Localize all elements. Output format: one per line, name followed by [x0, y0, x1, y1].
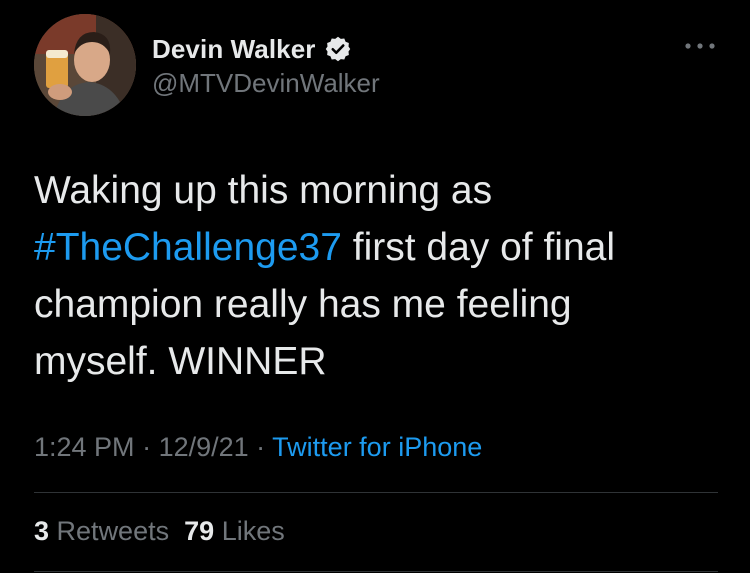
- likes-label: Likes: [221, 516, 285, 546]
- tweet-text-part1: Waking up this morning as: [34, 169, 493, 212]
- avatar-image: [34, 14, 136, 116]
- meta-separator: ·: [134, 432, 159, 462]
- tweet-stats: 3 Retweets 79 Likes: [34, 516, 285, 547]
- divider: [34, 571, 718, 572]
- tweet-meta: 1:24 PM · 12/9/21 · Twitter for iPhone: [34, 432, 482, 463]
- more-options-icon[interactable]: [682, 36, 718, 56]
- tweet-text: Waking up this morning as #TheChallenge3…: [34, 162, 714, 390]
- hashtag-link[interactable]: #TheChallenge37: [34, 226, 342, 269]
- tweet-date[interactable]: 12/9/21: [159, 432, 249, 462]
- retweets-link[interactable]: 3 Retweets: [34, 516, 169, 546]
- likes-link[interactable]: 79 Likes: [184, 516, 285, 546]
- avatar[interactable]: [34, 14, 136, 116]
- divider: [34, 492, 718, 493]
- retweets-label: Retweets: [56, 516, 170, 546]
- author-display-name[interactable]: Devin Walker: [152, 34, 316, 65]
- meta-separator: ·: [248, 432, 273, 462]
- tweet-source-link[interactable]: Twitter for iPhone: [272, 432, 482, 462]
- author-handle[interactable]: @MTVDevinWalker: [152, 68, 380, 99]
- author-name-row[interactable]: Devin Walker: [152, 32, 352, 66]
- verified-badge-icon: [324, 35, 352, 63]
- tweet-time[interactable]: 1:24 PM: [34, 432, 135, 462]
- retweets-count: 3: [34, 516, 50, 546]
- tweet-card: Devin Walker @MTVDevinWalker Waking up t…: [0, 0, 750, 573]
- likes-count: 79: [184, 516, 215, 546]
